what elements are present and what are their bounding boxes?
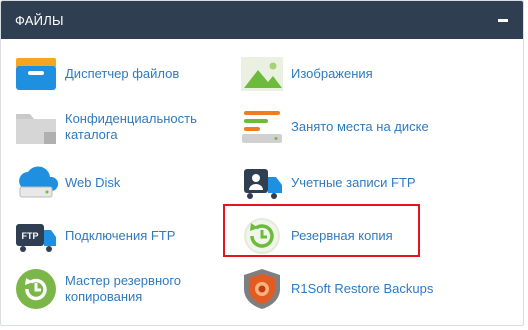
svg-text:FTP: FTP (22, 231, 39, 241)
folder-privacy-icon (13, 107, 59, 147)
item-web-disk[interactable]: Web Disk (13, 163, 120, 203)
item-backup[interactable]: Резервная копия (239, 216, 393, 256)
item-label: Изображения (291, 66, 373, 81)
web-disk-icon (13, 163, 59, 203)
item-file-manager[interactable]: Диспетчер файлов (13, 54, 179, 94)
item-label: Web Disk (65, 175, 121, 190)
r1soft-icon (239, 269, 285, 309)
item-r1soft-restore[interactable]: R1Soft Restore Backups (239, 269, 433, 309)
disk-usage-icon (239, 107, 285, 147)
item-label: Подключения FTP (65, 228, 176, 243)
item-label: Мастер резервного копирования (65, 273, 182, 304)
item-directory-privacy[interactable]: Конфиденциальность каталога (13, 107, 215, 147)
item-ftp-connections[interactable]: FTP Подключения FTP (13, 216, 175, 256)
item-label: R1Soft Restore Backups (291, 281, 434, 296)
backup-wizard-icon (13, 269, 59, 309)
item-backup-wizard[interactable]: Мастер резервного копирования (13, 269, 195, 309)
panel-title: ФАЙЛЫ (15, 12, 64, 28)
ftp-accounts-icon (239, 163, 285, 203)
item-label: Занято места на диске (291, 119, 429, 134)
file-manager-icon (13, 54, 59, 94)
item-disk-usage[interactable]: Занято места на диске (239, 107, 429, 147)
images-icon (239, 54, 285, 94)
item-images[interactable]: Изображения (239, 54, 373, 94)
item-label: Диспетчер файлов (65, 66, 180, 81)
files-panel: ФАЙЛЫ Диспетчер файлов Изображения Конфи… (0, 0, 524, 326)
backup-icon (239, 216, 285, 256)
item-label: Резервная копия (291, 228, 393, 243)
item-ftp-accounts[interactable]: Учетные записи FTP (239, 163, 416, 203)
minus-icon[interactable] (497, 14, 509, 26)
panel-header: ФАЙЛЫ (1, 1, 523, 39)
item-label: Учетные записи FTP (291, 175, 416, 190)
item-label: Конфиденциальность каталога (65, 111, 197, 142)
ftp-connections-icon: FTP (13, 216, 59, 256)
